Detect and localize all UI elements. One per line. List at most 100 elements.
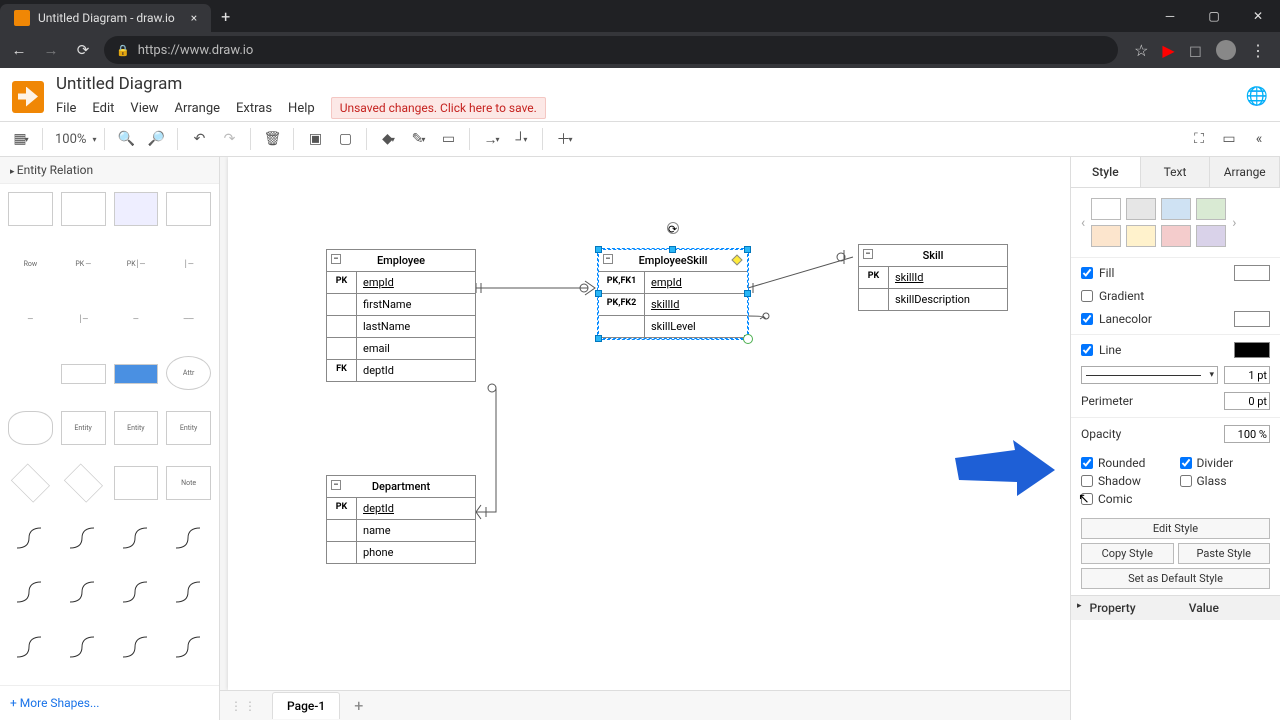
undo-button[interactable]: ↶ xyxy=(186,126,212,152)
menu-help[interactable]: Help xyxy=(288,101,315,116)
view-button[interactable]: ▦▾ xyxy=(8,126,34,152)
shadow-button[interactable]: ▭ xyxy=(435,126,461,152)
insert-button[interactable]: ＋▾ xyxy=(551,126,577,152)
zoom-in-icon[interactable]: 🔍 xyxy=(113,126,139,152)
line-color[interactable] xyxy=(1234,342,1270,358)
shape-row[interactable]: ── xyxy=(166,302,211,336)
edit-style-button[interactable]: Edit Style xyxy=(1081,518,1270,539)
zoom-out-icon[interactable]: 🔎 xyxy=(143,126,169,152)
browser-tab[interactable]: Untitled Diagram - draw.io × xyxy=(0,4,211,32)
gradient-checkbox[interactable] xyxy=(1081,290,1093,302)
glass-checkbox[interactable] xyxy=(1180,475,1192,487)
menu-arrange[interactable]: Arrange xyxy=(175,101,220,116)
shape-cloud[interactable] xyxy=(8,411,53,445)
line-width-input[interactable] xyxy=(1224,366,1270,384)
chrome-menu-icon[interactable]: ⋮ xyxy=(1250,41,1266,60)
reload-button[interactable]: ⟳ xyxy=(72,41,94,59)
more-shapes-button[interactable]: More Shapes... xyxy=(0,685,219,720)
forward-button[interactable]: → xyxy=(40,41,62,59)
to-front-button[interactable]: ▣ xyxy=(302,126,328,152)
to-back-button[interactable]: ▢ xyxy=(332,126,358,152)
swatch-prev-icon[interactable]: ‹ xyxy=(1081,215,1085,231)
shape-diamond[interactable] xyxy=(64,463,103,502)
shape-connector[interactable] xyxy=(114,575,159,609)
document-title[interactable]: Untitled Diagram xyxy=(56,74,546,94)
fill-color-button[interactable]: ◆▾ xyxy=(375,126,401,152)
zoom-level[interactable]: 100% xyxy=(51,132,90,147)
shape-row[interactable]: │─ xyxy=(166,247,211,281)
extension-icon[interactable]: ◻ xyxy=(1189,41,1202,60)
shape-connector[interactable] xyxy=(8,575,53,609)
tab-arrange[interactable]: Arrange xyxy=(1210,157,1280,187)
shape-table[interactable] xyxy=(8,192,53,226)
url-input[interactable]: 🔒 https://www.draw.io xyxy=(104,36,1118,64)
color-swatch[interactable] xyxy=(1126,198,1156,220)
fullscreen-icon[interactable]: ⛶ xyxy=(1186,126,1212,152)
shape-entity[interactable]: Entity xyxy=(166,411,211,445)
shape-entity[interactable]: Entity xyxy=(114,411,159,445)
shape-row[interactable]: ─ xyxy=(114,302,159,336)
color-swatch[interactable] xyxy=(1126,225,1156,247)
pages-handle-icon[interactable]: ⋮⋮ xyxy=(230,699,258,713)
waypoint-button[interactable]: ┘▾ xyxy=(508,126,534,152)
default-style-button[interactable]: Set as Default Style xyxy=(1081,568,1270,589)
redo-button[interactable]: ↷ xyxy=(216,126,242,152)
menu-extras[interactable]: Extras xyxy=(236,101,272,116)
opacity-input[interactable] xyxy=(1224,425,1270,443)
color-swatch[interactable] xyxy=(1196,198,1226,220)
rotate-handle[interactable]: ⟳ xyxy=(667,222,679,234)
shape-connector[interactable] xyxy=(114,630,159,664)
color-swatch[interactable] xyxy=(1091,225,1121,247)
shape-diamond[interactable] xyxy=(11,463,50,502)
tab-style[interactable]: Style xyxy=(1071,157,1141,187)
minimize-button[interactable]: ─ xyxy=(1148,0,1192,32)
delete-button[interactable]: 🗑 xyxy=(259,126,285,152)
menu-edit[interactable]: Edit xyxy=(92,101,114,116)
shape-connector[interactable] xyxy=(8,521,53,555)
shape-row[interactable]: Row xyxy=(8,247,53,281)
lanecolor-checkbox[interactable] xyxy=(1081,313,1093,325)
copy-style-button[interactable]: Copy Style xyxy=(1081,543,1174,564)
entity-employee[interactable]: –Employee PKempId firstName lastName ema… xyxy=(326,249,476,382)
shape-row[interactable]: PK│─ xyxy=(114,247,159,281)
sidebar-section-header[interactable]: Entity Relation xyxy=(0,157,219,184)
shape-connector[interactable] xyxy=(61,521,106,555)
language-icon[interactable]: 🌐 xyxy=(1246,86,1268,107)
divider-checkbox[interactable] xyxy=(1180,457,1192,469)
rounded-checkbox[interactable] xyxy=(1081,457,1093,469)
canvas-area[interactable]: –Employee PKempId firstName lastName ema… xyxy=(220,157,1070,720)
profile-avatar[interactable] xyxy=(1216,40,1236,60)
menu-file[interactable]: File xyxy=(56,101,76,116)
shape-title[interactable] xyxy=(61,364,106,384)
perimeter-input[interactable] xyxy=(1224,392,1270,410)
shape-circle[interactable]: Attr xyxy=(166,356,211,390)
shape-connector[interactable] xyxy=(8,630,53,664)
youtube-icon[interactable]: ▶ xyxy=(1162,41,1174,60)
line-style-select[interactable] xyxy=(1081,366,1218,384)
comic-checkbox[interactable] xyxy=(1081,493,1093,505)
shape-connector[interactable] xyxy=(61,575,106,609)
entity-employeeskill[interactable]: –EmployeeSkill PK,FK1empId PK,FK2skillId… xyxy=(598,249,748,339)
shape-table[interactable] xyxy=(61,192,106,226)
line-checkbox[interactable] xyxy=(1081,344,1093,356)
add-page-button[interactable]: + xyxy=(354,696,363,715)
shape-note[interactable]: Note xyxy=(166,466,211,500)
shape-row[interactable]: ─ xyxy=(8,302,53,336)
tab-text[interactable]: Text xyxy=(1141,157,1211,187)
color-swatch[interactable] xyxy=(1196,225,1226,247)
maximize-button[interactable]: ▢ xyxy=(1192,0,1236,32)
close-tab-icon[interactable]: × xyxy=(191,11,197,25)
shape-multi[interactable] xyxy=(114,466,159,500)
shape-title-blue[interactable] xyxy=(114,364,159,384)
swatch-next-icon[interactable]: › xyxy=(1232,215,1236,231)
new-tab-button[interactable]: + xyxy=(211,0,240,32)
star-icon[interactable]: ☆ xyxy=(1134,41,1148,60)
shape-connector[interactable] xyxy=(166,630,211,664)
entity-skill[interactable]: –Skill PKskillId skillDescription xyxy=(858,244,1008,311)
shape-row[interactable]: PK ─ xyxy=(61,247,106,281)
color-swatch[interactable] xyxy=(1161,225,1191,247)
lanecolor-color[interactable] xyxy=(1234,311,1270,327)
shadow-checkbox[interactable] xyxy=(1081,475,1093,487)
close-window-button[interactable]: ✕ xyxy=(1236,0,1280,32)
entity-department[interactable]: –Department PKdeptId name phone xyxy=(326,475,476,564)
